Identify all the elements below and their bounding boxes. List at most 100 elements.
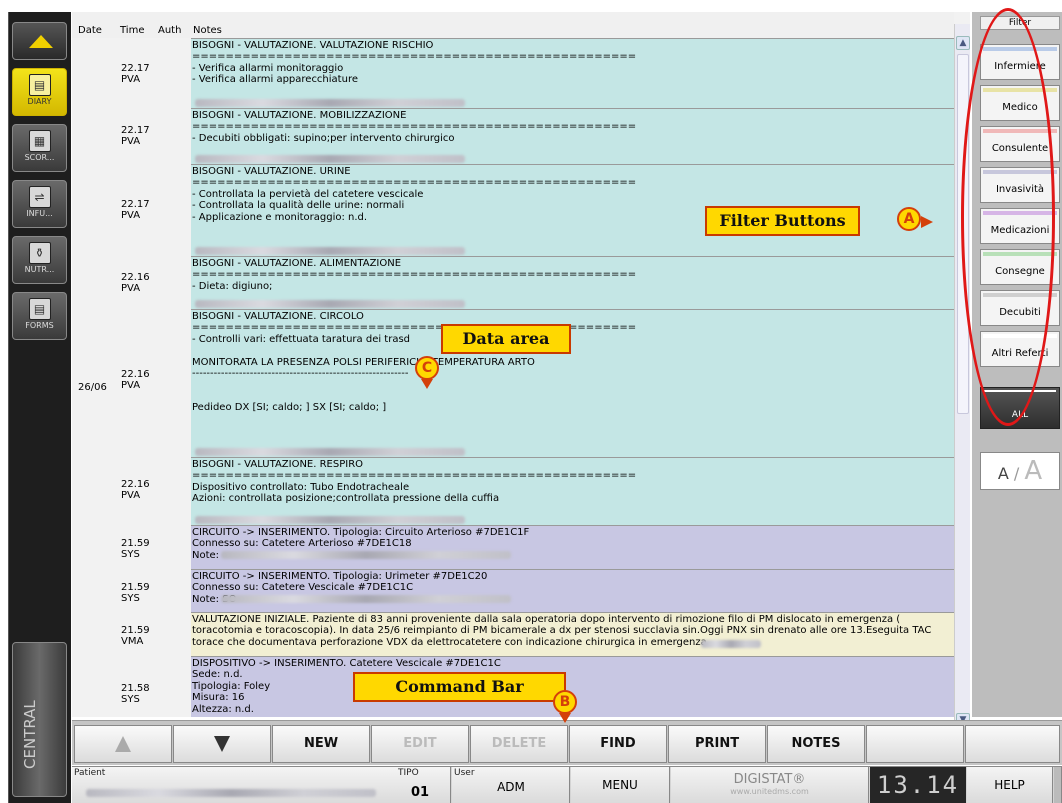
table-row[interactable]: 21.59 SYS CIRCUITO -> INSERIMENTO. Tipolo… xyxy=(72,525,954,569)
status-bar: Patient TIPO 01 User ADM MENU DIGISTAT® … xyxy=(72,766,1062,803)
sidebar-item-label: DIARY xyxy=(27,97,52,106)
row-time-auth: 22.16 PVA xyxy=(121,479,150,501)
note-line: BISOGNI - VALUTAZIONE. RESPIRO xyxy=(192,459,364,470)
row-time-auth: 22.17 PVA xyxy=(121,125,150,147)
user-value: ADM xyxy=(497,780,525,794)
sidebar-item-label: NUTR... xyxy=(24,265,55,274)
down-arrow-icon xyxy=(214,735,230,752)
note-line: Connesso su: Catetere Vescicale #7DE1C1C xyxy=(192,582,414,594)
note-line: BISOGNI - VALUTAZIONE. MOBILIZZAZIONE xyxy=(192,110,407,121)
header-date[interactable]: Date xyxy=(78,25,102,36)
row-note: BISOGNI - VALUTAZIONE. ALIMENTAZIONE ====… xyxy=(191,256,954,309)
empty-command-slot xyxy=(866,725,964,763)
sidebar-item-nutrition[interactable]: ⚱ NUTR... xyxy=(12,236,67,284)
marker-c-pointer xyxy=(421,379,433,389)
scores-icon: ▦ xyxy=(28,130,51,152)
tipo-value: 01 xyxy=(411,785,430,800)
redacted-signature xyxy=(195,247,465,255)
diary-data-area: Date Time Auth Notes 26/06 22.17 PVA BISO… xyxy=(72,12,970,729)
user-label: User xyxy=(454,768,475,778)
note-line: - Verifica allarmi apparecchiature xyxy=(192,74,358,86)
command-bar: NEW EDIT DELETE FIND PRINT NOTES xyxy=(72,720,1062,765)
redacted-signature xyxy=(195,448,465,456)
note-line: - Controlli vari: effettuata taratura de… xyxy=(192,333,411,345)
patient-label: Patient xyxy=(74,768,106,778)
redacted-signature xyxy=(221,551,511,559)
note-line: Tipologia: Foley xyxy=(192,680,271,692)
edit-button[interactable]: EDIT xyxy=(371,725,469,763)
note-line: Dispositivo controllato: Tubo Endotrache… xyxy=(192,481,410,493)
font-small-icon: A xyxy=(997,464,1009,483)
scroll-up-button[interactable] xyxy=(74,725,172,763)
tipo-label: TIPO xyxy=(398,768,419,778)
table-row[interactable]: 22.16 PVA BISOGNI - VALUTAZIONE. RESPIRO =… xyxy=(72,457,954,525)
up-arrow-icon xyxy=(115,735,131,752)
central-label: CENTRAL xyxy=(21,700,39,769)
redacted-signature xyxy=(195,155,465,163)
row-time-auth: 21.58 SYS xyxy=(121,683,150,705)
redacted-signature xyxy=(195,300,465,308)
menu-button[interactable]: MENU xyxy=(571,767,670,803)
diary-rows: 26/06 22.17 PVA BISOGNI - VALUTAZIONE. VA… xyxy=(72,38,954,717)
table-row[interactable]: 22.17 PVA BISOGNI - VALUTAZIONE. VALUTAZI… xyxy=(72,38,954,108)
note-line: ----------------------------------------… xyxy=(192,368,409,380)
patient-field[interactable]: Patient TIPO 01 xyxy=(72,767,451,803)
sidebar-item-scores[interactable]: ▦ SCOR... xyxy=(12,124,67,172)
note-line: ========================================… xyxy=(192,121,637,133)
note-line: Sede: n.d. xyxy=(192,669,243,681)
brand-url: www.unitedms.com xyxy=(730,787,809,796)
note-line xyxy=(192,345,952,356)
notes-button[interactable]: NOTES xyxy=(767,725,865,763)
note-line: Connesso su: Catetere Arterioso #7DE1C18 xyxy=(192,538,412,550)
marker-c: C xyxy=(415,356,439,380)
redacted-signature xyxy=(195,516,465,524)
table-row[interactable]: 22.17 PVA BISOGNI - VALUTAZIONE. MOBILIZZ… xyxy=(72,108,954,164)
note-line xyxy=(192,391,952,402)
font-large-icon: A xyxy=(1024,456,1043,486)
redacted-signature xyxy=(221,595,511,603)
table-row[interactable]: 21.59 SYS CIRCUITO -> INSERIMENTO. Tipolo… xyxy=(72,569,954,612)
header-auth[interactable]: Auth xyxy=(158,25,181,36)
scroll-down-button[interactable] xyxy=(173,725,271,763)
note-line: ========================================… xyxy=(192,470,637,482)
note-line: - Controllata la pervietà del catetere v… xyxy=(192,188,424,200)
note-line: Azioni: controllata posizione;controllat… xyxy=(192,493,500,505)
row-note: BISOGNI - VALUTAZIONE. MOBILIZZAZIONE ===… xyxy=(191,108,954,164)
find-button[interactable]: FIND xyxy=(569,725,667,763)
sidebar-item-diary[interactable]: ▤ DIARY xyxy=(12,68,67,116)
font-size-toggle[interactable]: A / A xyxy=(980,452,1060,490)
sidebar-item-forms[interactable]: ▤ FORMS xyxy=(12,292,67,340)
column-headers: Date Time Auth Notes xyxy=(72,12,954,38)
row-note: BISOGNI - VALUTAZIONE. VALUTAZIONE RISCH… xyxy=(191,38,954,108)
filter-buttons-callout: Filter Buttons xyxy=(705,206,860,236)
header-time[interactable]: Time xyxy=(120,25,144,36)
top-strip xyxy=(0,0,1062,12)
delete-button[interactable]: DELETE xyxy=(470,725,568,763)
note-line: Pedideo DX [SI; caldo; ] SX [SI; caldo; … xyxy=(192,402,387,414)
note-line: BISOGNI - VALUTAZIONE. CIRCOLO xyxy=(192,311,364,322)
marker-b-pointer xyxy=(559,713,571,723)
note-line: - Dieta: digiuno; xyxy=(192,280,273,292)
note-line: - Verifica allarmi monitoraggio xyxy=(192,62,344,74)
central-button[interactable]: CENTRAL xyxy=(12,642,67,797)
row-time-auth: 21.59 VMA xyxy=(121,625,150,647)
note-line: ========================================… xyxy=(192,322,637,334)
sidebar-item-infusion[interactable]: ⇌ INFU... xyxy=(12,180,67,228)
scroll-up-icon[interactable]: ▲ xyxy=(956,36,970,50)
clock-display: 13.14 xyxy=(870,767,966,803)
note-line: ========================================… xyxy=(192,177,637,189)
print-button[interactable]: PRINT xyxy=(668,725,766,763)
table-row[interactable]: 22.16 PVA BISOGNI - VALUTAZIONE. ALIMENTA… xyxy=(72,256,954,309)
sidebar-item-label: FORMS xyxy=(25,321,54,330)
table-row[interactable]: 21.59 VMA VALUTAZIONE INIZIALE. Paziente … xyxy=(72,612,954,656)
header-notes[interactable]: Notes xyxy=(193,25,222,36)
sidebar-item-label: SCOR... xyxy=(24,153,55,162)
patient-name-redacted xyxy=(86,789,376,797)
sidebar-scroll-up-button[interactable] xyxy=(12,22,67,60)
user-field[interactable]: User ADM xyxy=(452,767,570,803)
row-time-auth: 22.16 PVA xyxy=(121,369,150,391)
note-line: VALUTAZIONE INIZIALE. Paziente di 83 ann… xyxy=(192,614,932,648)
note-line: MONITORATA LA PRESENZA POLSI PERIFERICI … xyxy=(192,356,535,368)
new-button[interactable]: NEW xyxy=(272,725,370,763)
help-button[interactable]: HELP xyxy=(967,767,1053,803)
